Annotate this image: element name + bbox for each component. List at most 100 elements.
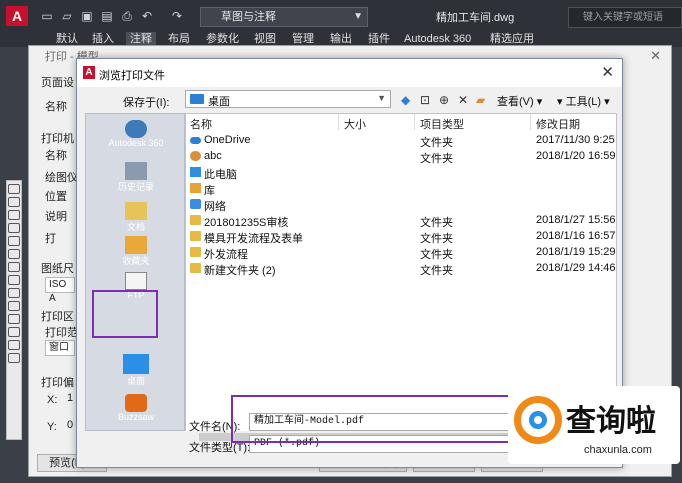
place-label: 收藏夹 — [122, 256, 150, 266]
computer-icon — [190, 167, 201, 177]
polygon-tool-icon[interactable] — [8, 210, 20, 220]
list-item[interactable]: OneDrive 文件夹 2017/11/30 9:25 — [186, 132, 618, 149]
text-tool-icon[interactable] — [8, 353, 20, 363]
close-icon[interactable]: ✕ — [650, 48, 661, 64]
spline-tool-icon[interactable] — [8, 262, 20, 272]
printer-label: 打印机 — [41, 133, 74, 145]
save-in-label: 保存于(I): — [123, 97, 170, 109]
logo-inner-ring — [529, 411, 547, 429]
column-divider[interactable] — [414, 114, 415, 130]
rectangle-tool-icon[interactable] — [8, 223, 20, 233]
print-range-select[interactable]: 窗口 — [45, 340, 75, 356]
search-web-icon[interactable]: ⊕ — [439, 93, 449, 107]
column-divider[interactable] — [530, 114, 531, 130]
ellipse-tool-icon[interactable] — [8, 275, 20, 285]
place-documents[interactable]: 文档 — [86, 202, 186, 233]
redo-icon[interactable]: ↷ — [170, 9, 184, 23]
offset-y-value[interactable]: 0 — [67, 419, 73, 431]
file-name: 新建文件夹 (2) — [204, 265, 276, 277]
arc-tool-icon[interactable] — [8, 236, 20, 246]
offset-x-value[interactable]: 1 — [67, 392, 73, 404]
save-in-select[interactable]: 桌面 ▼ — [185, 90, 391, 108]
paper-size-label: 图纸尺 — [41, 263, 74, 275]
place-label: 文档 — [126, 222, 145, 232]
view-menu-label: 查看(V) — [497, 96, 534, 108]
place-desktop[interactable]: 桌面 — [86, 354, 186, 387]
table-tool-icon[interactable] — [8, 340, 20, 350]
up-folder-icon[interactable]: ⊡ — [420, 93, 430, 107]
autocad-titlebar: A ▭ ▱ ▣ ▤ ⎙ ↶ ↷ 草图与注释 ▼ 精加工车间.dwg 键入关键字或… — [0, 0, 682, 32]
insert-block-icon[interactable] — [8, 288, 20, 298]
documents-icon — [125, 202, 147, 220]
place-label: Autodesk 360 — [108, 138, 164, 148]
page-setup-name-label: 名称 — [45, 101, 67, 113]
description-label: 说明 — [45, 211, 67, 223]
autocad-logo-icon: A — [83, 66, 95, 79]
polyline-tool-icon[interactable] — [8, 197, 20, 207]
library-icon — [190, 183, 201, 193]
list-item[interactable]: 新建文件夹 (2) 文件夹 2018/1/29 14:46 — [186, 260, 618, 277]
column-header-size[interactable]: 大小 — [344, 116, 366, 132]
list-item[interactable]: 库 — [186, 180, 618, 197]
page-setup-label: 页面设 — [41, 77, 74, 89]
place-history[interactable]: 历史记录 — [86, 162, 186, 193]
back-icon[interactable]: ◆ — [401, 93, 410, 107]
dialog-titlebar: A 浏览打印文件 ✕ — [77, 59, 622, 87]
paper-size-select[interactable]: ISO A — [45, 277, 75, 304]
plotter-label: 绘图仪 — [45, 172, 78, 184]
hatch-tool-icon[interactable] — [8, 314, 20, 324]
file-modified: 2018/1/27 15:56 — [536, 214, 616, 226]
list-item[interactable]: 201801235S审核 文件夹 2018/1/27 15:56 — [186, 212, 618, 229]
point-tool-icon[interactable] — [8, 301, 20, 311]
watermark-text: 查询啦 — [566, 404, 656, 439]
filename-highlight-box — [231, 395, 529, 443]
open-file-icon[interactable]: ▱ — [60, 9, 74, 23]
column-header-modified[interactable]: 修改日期 — [536, 116, 580, 132]
print-area-label: 打印区 — [41, 311, 74, 323]
column-divider[interactable] — [338, 114, 339, 130]
circle-tool-icon[interactable] — [8, 249, 20, 259]
column-header-name[interactable]: 名称 — [190, 116, 212, 132]
undo-icon[interactable]: ↶ — [140, 9, 154, 23]
region-tool-icon[interactable] — [8, 327, 20, 337]
line-tool-icon[interactable] — [8, 184, 20, 194]
print-to-file-checkbox[interactable]: 打 — [45, 230, 56, 246]
desktop-icon — [123, 354, 149, 374]
folder-icon — [190, 231, 201, 241]
place-favorites[interactable]: 收藏夹 — [86, 236, 186, 267]
new-folder-icon[interactable]: ▰ — [476, 93, 485, 107]
search-input[interactable]: 键入关键字或短语 — [568, 7, 682, 28]
list-item[interactable]: 外发流程 文件夹 2018/1/19 15:29 — [186, 244, 618, 261]
workspace-label: 草图与注释 — [221, 11, 276, 23]
file-modified: 2018/1/16 16:57 — [536, 230, 616, 242]
location-label: 位置 — [45, 191, 67, 203]
draw-toolbar — [6, 180, 22, 440]
file-name: abc — [204, 150, 222, 162]
folder-icon — [190, 215, 201, 225]
column-header-type[interactable]: 项目类型 — [420, 116, 464, 132]
view-menu[interactable]: 查看(V) ▾ — [497, 93, 542, 109]
print-icon[interactable]: ⎙ — [120, 9, 134, 23]
place-label: 历史记录 — [117, 182, 154, 192]
delete-icon[interactable]: ✕ — [458, 93, 468, 107]
close-icon[interactable]: ✕ — [601, 63, 614, 81]
list-item[interactable]: 此电脑 — [186, 164, 618, 181]
watermark-url: chaxunla.com — [584, 444, 652, 456]
offset-x-label: X: — [47, 394, 58, 406]
save-icon[interactable]: ▣ — [80, 9, 94, 23]
chevron-down-icon: ▼ — [377, 93, 386, 103]
list-item[interactable]: abc 文件夹 2018/1/20 16:59 — [186, 148, 618, 165]
new-file-icon[interactable]: ▭ — [40, 9, 54, 23]
place-autodesk-360[interactable]: Autodesk 360 — [86, 120, 186, 148]
plot-offset-label: 打印偏 — [41, 377, 74, 389]
workspace-selector[interactable]: 草图与注释 ▼ — [200, 7, 368, 27]
list-item[interactable]: 模具开发流程及表单 文件夹 2018/1/16 16:57 — [186, 228, 618, 245]
tools-menu[interactable]: ▾ 工具(L) ▾ — [557, 93, 610, 109]
place-buzzsaw[interactable]: Buzzsaw — [86, 394, 186, 422]
list-item[interactable]: 网络 — [186, 196, 618, 213]
selected-place-highlight — [92, 290, 158, 338]
autocad-logo-icon[interactable]: A — [6, 6, 28, 26]
save-as-icon[interactable]: ▤ — [100, 9, 114, 23]
place-label: Buzzsaw — [117, 412, 154, 422]
file-type: 文件夹 — [420, 265, 453, 277]
